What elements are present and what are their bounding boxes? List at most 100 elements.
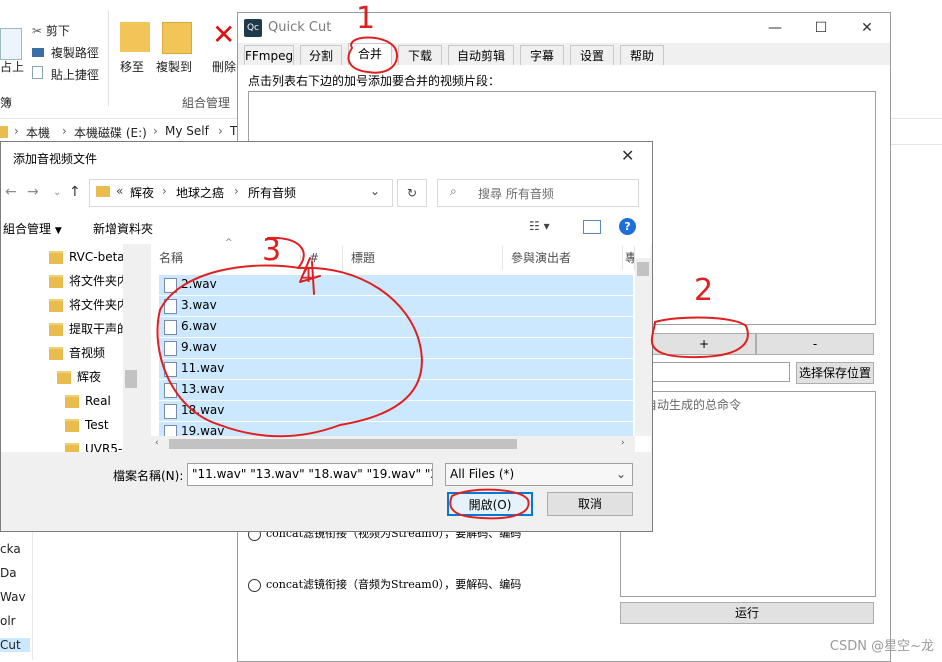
tree-scrollbar[interactable]: [123, 244, 139, 452]
tree-item[interactable]: 将文件夹内: [49, 294, 129, 316]
maximize-icon[interactable]: ☐: [798, 17, 844, 39]
file-row-selected[interactable]: 6.wav: [159, 317, 633, 338]
tab-ffmpeg[interactable]: FFmpeg: [244, 45, 294, 66]
tree-item[interactable]: 提取干声的: [49, 318, 129, 340]
file-list-horizontal-scrollbar[interactable]: ‹ ›: [151, 436, 635, 452]
chevron-down-icon[interactable]: ⌄: [370, 184, 380, 198]
command-preview-box[interactable]: 是自动生成的总命令: [620, 391, 876, 597]
column-artist[interactable]: 參與演出者: [503, 246, 623, 270]
refresh-icon[interactable]: ↻: [397, 179, 427, 207]
merge-instruction: 点击列表右下边的加号添加要合并的视频片段：: [248, 74, 501, 88]
tree-item[interactable]: 将文件夹内: [49, 270, 129, 292]
open-button[interactable]: 開啟(O): [447, 492, 533, 516]
column-title[interactable]: 標題: [343, 246, 503, 270]
tab-settings[interactable]: 设置: [570, 45, 614, 66]
chevron-down-icon[interactable]: ⌄: [53, 187, 61, 198]
tree-item-label: Test: [85, 418, 109, 432]
paste-label-clip[interactable]: 占上: [0, 58, 24, 75]
breadcrumb-earth-cancer[interactable]: 地球之癌: [176, 184, 224, 201]
overflow-chevron-icon[interactable]: «: [116, 184, 123, 198]
breadcrumb-separator-icon: ›: [234, 184, 239, 198]
paste-shortcut-button[interactable]: 貼上捷徑: [32, 66, 99, 83]
preview-pane-icon[interactable]: [583, 220, 601, 234]
breadcrumb-kaguya[interactable]: 辉夜: [130, 184, 154, 201]
choose-save-location-button[interactable]: 选择保存位置: [796, 362, 874, 384]
file-row-selected[interactable]: 13.wav: [159, 380, 633, 401]
move-to-button[interactable]: 移至: [120, 58, 144, 75]
tree-item[interactable]: UVR5-: [65, 438, 122, 452]
folder-icon: [65, 419, 79, 432]
list-item-selected[interactable]: Cut: [0, 638, 30, 652]
tree-item-label: 将文件夹内: [69, 298, 130, 312]
list-item[interactable]: olr: [0, 614, 16, 628]
quickcut-logo-icon: Qc: [244, 19, 262, 37]
filename-input[interactable]: "11.wav" "13.wav" "18.wav" "19.wav" "20: [187, 463, 433, 486]
back-arrow-icon[interactable]: ←: [5, 184, 17, 200]
folder-icon: [49, 275, 63, 288]
new-folder-button[interactable]: 新增資料夾: [93, 220, 153, 237]
breadcrumb-separator-icon: ›: [14, 124, 19, 138]
scrollbar-thumb[interactable]: [125, 370, 137, 388]
delete-button[interactable]: 刪除: [212, 58, 236, 75]
cut-button[interactable]: ✂ 剪下: [32, 22, 70, 39]
tab-help[interactable]: 帮助: [620, 45, 664, 66]
list-item[interactable]: Da: [0, 566, 17, 580]
scroll-left-icon[interactable]: ‹: [155, 438, 167, 450]
tab-auto-edit[interactable]: 自动剪辑: [448, 45, 514, 66]
scrollbar-thumb[interactable]: [169, 439, 517, 449]
tree-item[interactable]: Test: [65, 414, 109, 436]
file-row-selected[interactable]: 9.wav: [159, 338, 633, 359]
file-row-selected[interactable]: 19.wav: [159, 422, 633, 437]
minimize-icon[interactable]: —: [752, 17, 798, 39]
cancel-button[interactable]: 取消: [547, 492, 633, 516]
organize-menu[interactable]: 組合管理 ▼: [3, 220, 62, 237]
list-item[interactable]: cka: [0, 542, 21, 556]
copy-path-button[interactable]: 複製路徑: [32, 44, 99, 61]
tab-merge[interactable]: 合并: [348, 43, 392, 67]
view-options-icon[interactable]: ☷ ▾: [529, 219, 550, 233]
up-arrow-icon[interactable]: ↑: [69, 184, 81, 200]
list-item[interactable]: Wav: [0, 590, 26, 604]
column-album[interactable]: 專: [623, 246, 635, 270]
tree-item[interactable]: RVC-beta: [49, 246, 125, 268]
close-icon[interactable]: ✕: [844, 17, 890, 39]
file-row-selected[interactable]: 2.wav: [159, 275, 633, 296]
tree-item[interactable]: 辉夜: [57, 366, 101, 388]
copy-to-button[interactable]: 複製到: [156, 58, 192, 75]
save-path-input[interactable]: [642, 362, 790, 382]
column-name[interactable]: 名稱: [151, 246, 301, 270]
search-input[interactable]: ⌕ 搜尋 所有音频: [437, 179, 639, 207]
remove-clip-button[interactable]: -: [756, 333, 874, 355]
folder-icon: [57, 371, 71, 384]
tab-download[interactable]: 下载: [398, 45, 442, 66]
breadcrumb-all-audio[interactable]: 所有音频: [248, 184, 296, 201]
file-row-selected[interactable]: 3.wav: [159, 296, 633, 317]
copy-to-icon: [162, 22, 192, 54]
breadcrumb-this-pc[interactable]: 本機: [26, 124, 50, 141]
scrollbar-thumb[interactable]: [637, 262, 649, 276]
breadcrumb-drive-e[interactable]: 本機磁碟 (E:): [74, 124, 147, 141]
radio-concat-audio[interactable]: concat滤镜衔接（音频为Stream0），要解码、编码: [248, 576, 521, 592]
help-icon[interactable]: ?: [619, 218, 636, 235]
dialog-titlebar[interactable]: 添加音视频文件 ✕: [1, 142, 652, 172]
run-button[interactable]: 运行: [620, 602, 874, 624]
quickcut-titlebar[interactable]: Qc Quick Cut — ☐ ✕: [238, 13, 890, 43]
add-clip-button[interactable]: +: [652, 333, 756, 355]
file-list-vertical-scrollbar[interactable]: [635, 258, 651, 436]
scroll-right-icon[interactable]: ›: [621, 438, 633, 450]
dialog-title: 添加音视频文件: [13, 152, 98, 166]
breadcrumb-my-self[interactable]: My Self: [165, 124, 209, 138]
filetype-select[interactable]: All Files (*) ⌄: [445, 463, 633, 486]
file-row-selected[interactable]: 18.wav: [159, 401, 633, 422]
forward-arrow-icon[interactable]: →: [27, 184, 39, 200]
tab-subtitles[interactable]: 字幕: [520, 45, 564, 66]
close-icon[interactable]: ✕: [621, 146, 634, 165]
folder-icon: [0, 126, 8, 138]
column-number[interactable]: #: [301, 246, 343, 270]
dialog-address-bar[interactable]: « 辉夜 › 地球之癌 › 所有音频 ⌄: [89, 179, 393, 207]
move-to-icon: [120, 22, 150, 52]
file-row-selected[interactable]: 11.wav: [159, 359, 633, 380]
tree-item[interactable]: 音视频: [49, 342, 105, 364]
tab-split[interactable]: 分割: [300, 45, 342, 66]
tree-item[interactable]: Real: [65, 390, 111, 412]
